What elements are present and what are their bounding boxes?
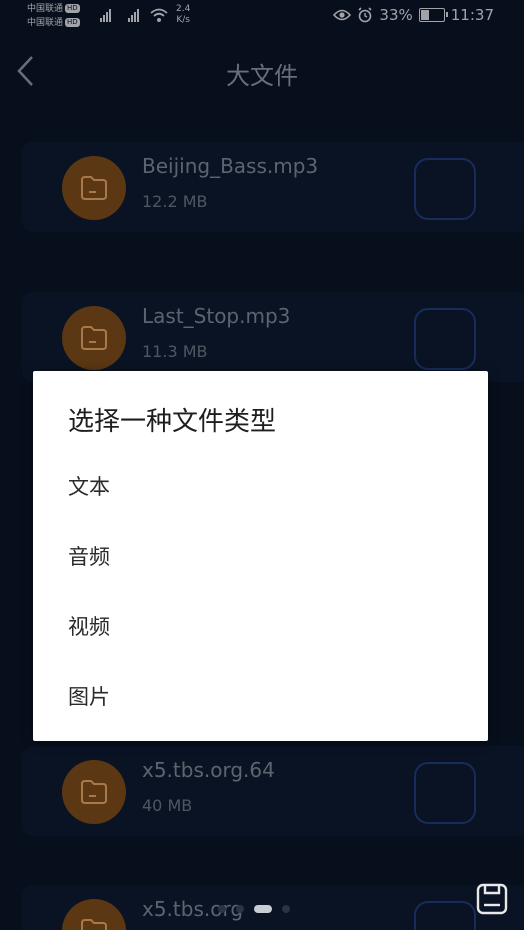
option-video[interactable]: 视频 [33, 591, 488, 661]
page-dot [236, 905, 244, 913]
dialog-title: 选择一种文件类型 [68, 407, 277, 437]
option-label: 文本 [68, 475, 110, 499]
option-label: 音频 [68, 545, 110, 569]
option-image[interactable]: 图片 [33, 661, 488, 731]
page-dot [218, 905, 226, 913]
option-label: 视频 [68, 615, 110, 639]
page-indicator [218, 905, 290, 913]
save-icon[interactable] [476, 883, 508, 915]
option-audio[interactable]: 音频 [33, 521, 488, 591]
page-dot-active [254, 905, 272, 913]
file-type-dialog: 选择一种文件类型 文本 音频 视频 图片 [33, 371, 488, 741]
option-text[interactable]: 文本 [33, 451, 488, 521]
page-dot [282, 905, 290, 913]
option-label: 图片 [68, 685, 110, 709]
screen: 中国联通 HD 中国联通 HD 2.4 K/s 33% 11:37 大文件 Be… [0, 0, 524, 930]
